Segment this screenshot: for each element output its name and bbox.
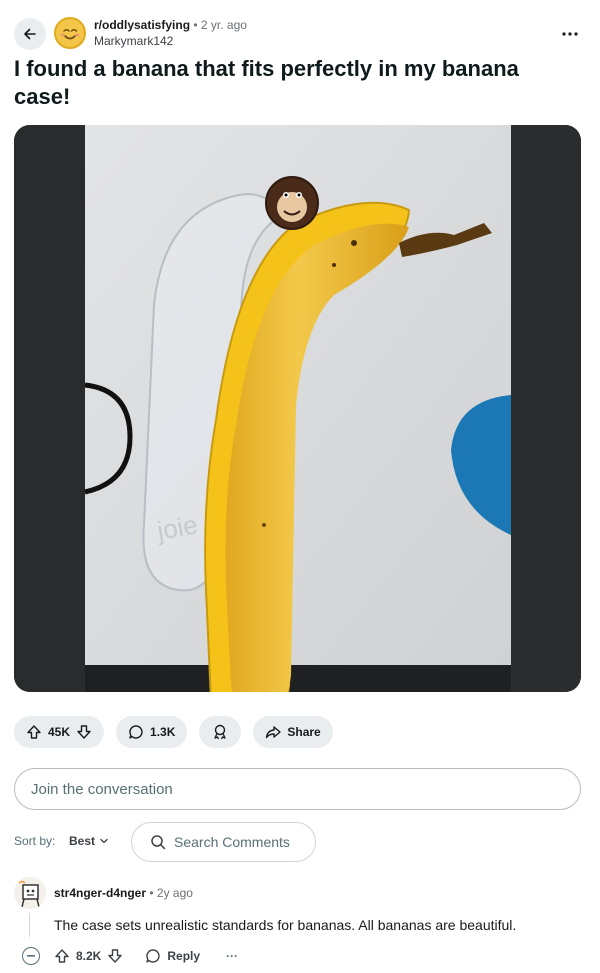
more-icon — [562, 32, 578, 36]
banana-photo: joie — [14, 125, 581, 692]
comment-actions: 8.2K Reply ··· — [22, 946, 238, 966]
comment-upvote[interactable] — [54, 948, 70, 964]
more-options-button[interactable] — [556, 22, 584, 46]
share-button[interactable]: Share — [253, 716, 333, 748]
reply-label: Reply — [167, 949, 201, 963]
collapse-icon — [27, 955, 35, 957]
avatar[interactable] — [14, 877, 46, 909]
back-button[interactable] — [14, 18, 46, 50]
share-label: Share — [287, 725, 321, 739]
vote-pill: 45K — [14, 716, 105, 748]
upvote-icon[interactable] — [26, 724, 42, 740]
post-image[interactable]: joie — [14, 125, 581, 692]
comment-vote-count: 8.2K — [76, 949, 102, 963]
share-icon — [266, 726, 282, 739]
subreddit-name[interactable]: r/oddlysatisfying — [94, 18, 190, 32]
comment-more-button[interactable]: ··· — [226, 949, 238, 963]
upvote-count: 45K — [48, 725, 71, 739]
upvote-icon — [55, 949, 69, 963]
join-placeholder: Join the conversation — [31, 780, 173, 798]
sort-dropdown[interactable]: Best — [69, 834, 109, 848]
comment-body: The case sets unrealistic standards for … — [54, 917, 517, 933]
thread-line[interactable] — [29, 913, 30, 937]
comment-count: 1.3K — [150, 725, 176, 739]
sort-value: Best — [69, 834, 96, 848]
chevron-down-icon — [100, 838, 108, 844]
comment-age: 2y ago — [156, 886, 193, 900]
subreddit-icon[interactable] — [54, 17, 86, 49]
comment-separator: • — [149, 886, 154, 900]
comment-author[interactable]: str4nger-d4nger — [54, 886, 146, 900]
comment-controls: Sort by: Best Search Comments — [14, 822, 581, 862]
back-arrow-icon — [24, 28, 36, 40]
comments-button[interactable]: 1.3K — [116, 716, 188, 748]
downvote-icon — [108, 949, 123, 963]
comment-icon — [146, 949, 161, 963]
comment-downvote[interactable] — [107, 948, 123, 964]
comment-meta: str4nger-d4nger • 2y ago — [54, 886, 193, 900]
post-author[interactable]: Markymark142 — [94, 33, 247, 49]
search-comments-input[interactable]: Search Comments — [131, 822, 316, 862]
meta-separator: • — [193, 18, 198, 32]
post-header: r/oddlysatisfying • 2 yr. ago Markymark1… — [14, 16, 586, 52]
post-actions: 45K 1.3K Share — [14, 716, 333, 748]
reply-button[interactable]: Reply — [145, 948, 200, 964]
join-conversation-input[interactable]: Join the conversation — [14, 768, 581, 810]
search-placeholder: Search Comments — [174, 834, 290, 850]
collapse-button[interactable] — [22, 947, 40, 965]
post-age: 2 yr. ago — [200, 18, 247, 32]
search-icon — [151, 835, 166, 850]
sort-label: Sort by: — [14, 834, 56, 848]
post-title[interactable]: I found a banana that fits perfectly in … — [14, 55, 574, 111]
award-button[interactable] — [199, 716, 242, 748]
comment-icon — [129, 725, 143, 739]
downvote-icon[interactable] — [76, 724, 92, 740]
award-icon — [214, 724, 227, 740]
post-meta: r/oddlysatisfying • 2 yr. ago Markymark1… — [94, 17, 247, 49]
